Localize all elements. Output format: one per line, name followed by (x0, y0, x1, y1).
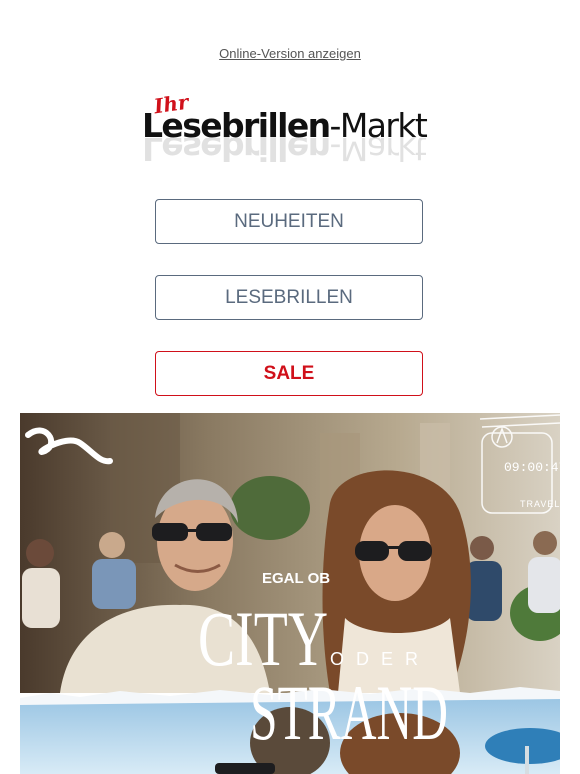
egal-ob-text: EGAL OB (262, 570, 330, 587)
online-version-link[interactable]: Online-Version anzeigen (0, 46, 580, 61)
logo[interactable]: Ihr Lesebrillen-Markt Lesebrillen-Markt (140, 90, 440, 170)
hero-banner[interactable]: 09:00:47 TRAVEL EGAL OB CITY ODER STRAND (20, 413, 560, 774)
stamp-time: 09:00:47 (504, 460, 560, 475)
strand-text: STRAND (250, 669, 448, 756)
oder-text: ODER (330, 649, 430, 669)
logo-reflection: Lesebrillen-Markt (142, 138, 427, 168)
lesebrillen-button[interactable]: LESEBRILLEN (155, 275, 423, 320)
sale-button[interactable]: SALE (155, 351, 423, 396)
stamp-travel: TRAVEL (520, 499, 560, 509)
neuheiten-button[interactable]: NEUHEITEN (155, 199, 423, 244)
